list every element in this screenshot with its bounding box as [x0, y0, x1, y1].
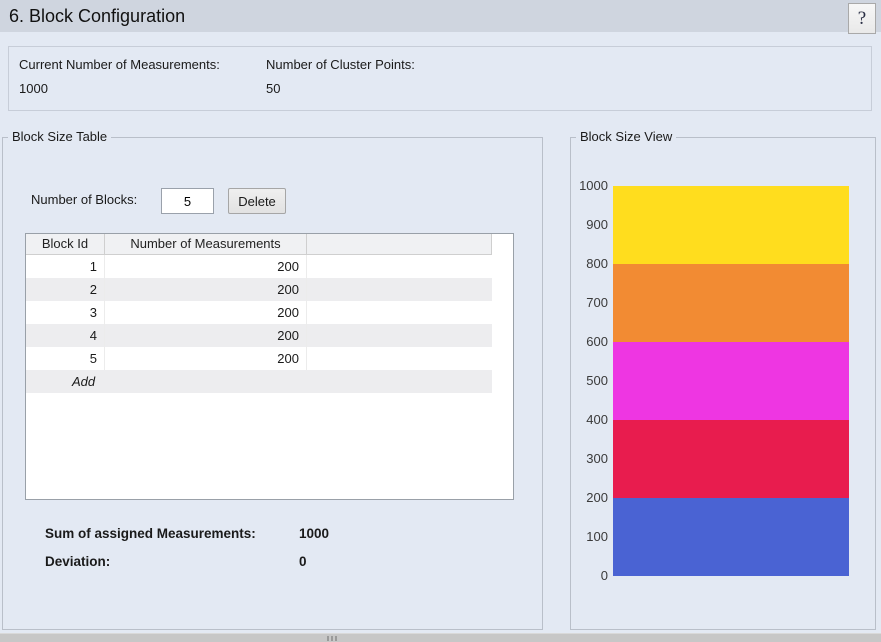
titlebar: 6. Block Configuration	[0, 0, 881, 32]
block-table-header: Block Id Number of Measurements	[26, 234, 492, 255]
y-tick-label: 0	[571, 567, 608, 585]
y-tick-label: 700	[571, 294, 608, 312]
page-title: 6. Block Configuration	[9, 0, 185, 32]
table-row[interactable]: 5 200	[26, 347, 492, 370]
y-tick-label: 200	[571, 489, 608, 507]
stacked-bar-chart	[613, 186, 849, 576]
y-tick-label: 100	[571, 528, 608, 546]
y-tick-label: 1000	[571, 177, 608, 195]
y-tick-label: 300	[571, 450, 608, 468]
chart-segment-block-5	[613, 186, 849, 264]
block-id-cell: 5	[26, 347, 105, 370]
delete-button[interactable]: Delete	[228, 188, 286, 214]
block-id-cell: 2	[26, 278, 105, 301]
info-panel: Current Number of Measurements: 1000 Num…	[8, 46, 872, 111]
y-tick-label: 900	[571, 216, 608, 234]
deviation-value: 0	[299, 554, 307, 569]
measurements-cell[interactable]: 200	[105, 255, 307, 278]
block-id-cell: 4	[26, 324, 105, 347]
y-tick-label: 500	[571, 372, 608, 390]
number-of-blocks-label: Number of Blocks:	[31, 191, 137, 209]
block-id-cell: 1	[26, 255, 105, 278]
block-table: Block Id Number of Measurements 1 200 2 …	[25, 233, 514, 500]
chart-segment-block-2	[613, 420, 849, 498]
measurements-cell[interactable]: 200	[105, 347, 307, 370]
column-header-block-id: Block Id	[26, 234, 105, 254]
block-configuration-window: 6. Block Configuration ? Current Number …	[0, 0, 881, 642]
y-tick-label: 400	[571, 411, 608, 429]
help-button[interactable]: ?	[848, 3, 876, 34]
measurements-cell[interactable]: 200	[105, 278, 307, 301]
block-size-table-title: Block Size Table	[8, 129, 111, 144]
number-of-blocks-input[interactable]	[161, 188, 214, 214]
splitter-grip-icon	[327, 636, 337, 641]
column-header-measurements: Number of Measurements	[105, 234, 307, 254]
cluster-points-label: Number of Cluster Points:	[266, 57, 415, 72]
chart-segment-block-4	[613, 264, 849, 342]
block-size-table-group: Block Size Table Number of Blocks: Delet…	[2, 137, 543, 630]
y-tick-label: 600	[571, 333, 608, 351]
add-row[interactable]: Add	[26, 370, 492, 393]
block-size-view-group: Block Size View 1000 900 800 700 600 500…	[570, 137, 876, 630]
deviation-label: Deviation:	[45, 554, 110, 569]
sum-label: Sum of assigned Measurements:	[45, 526, 256, 541]
table-row[interactable]: 1 200	[26, 255, 492, 278]
measurements-cell[interactable]: 200	[105, 301, 307, 324]
measurements-cell[interactable]: 200	[105, 324, 307, 347]
y-tick-label: 800	[571, 255, 608, 273]
measurements-value: 1000	[19, 81, 48, 96]
chart-segment-block-3	[613, 342, 849, 420]
chart-segment-block-1	[613, 498, 849, 576]
block-id-cell: 3	[26, 301, 105, 324]
column-header-empty	[307, 234, 492, 254]
block-size-view-title: Block Size View	[576, 129, 676, 144]
measurements-label: Current Number of Measurements:	[19, 57, 220, 72]
table-row[interactable]: 4 200	[26, 324, 492, 347]
table-row[interactable]: 2 200	[26, 278, 492, 301]
cluster-points-value: 50	[266, 81, 280, 96]
sum-value: 1000	[299, 526, 329, 541]
bottom-splitter[interactable]	[0, 633, 881, 642]
table-row[interactable]: 3 200	[26, 301, 492, 324]
